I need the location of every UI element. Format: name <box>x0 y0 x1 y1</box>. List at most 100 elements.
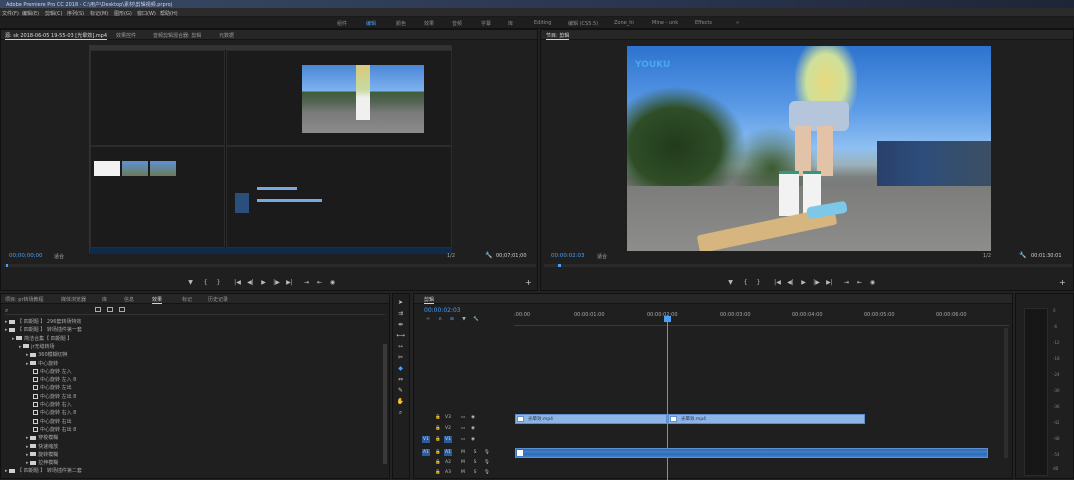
wrench-icon[interactable]: 🔧 <box>1019 252 1026 259</box>
hand-tool-icon[interactable]: ✋ <box>396 397 405 406</box>
workspace-tab[interactable]: 组件 <box>337 20 347 27</box>
effects-search-input[interactable]: ⌕ <box>5 307 385 315</box>
settings-wrench-icon[interactable]: 🔧 <box>472 316 480 323</box>
video-clip[interactable]: 光晕效.mp4 <box>668 414 865 424</box>
marker-button[interactable]: ▼ <box>187 279 194 286</box>
tree-folder[interactable]: ▸ 【 四期题 】 转场插件第一套 <box>5 326 82 334</box>
eye-icon[interactable]: ◉ <box>469 436 477 443</box>
tree-effect[interactable]: 中心旋转 右出 8 <box>33 426 76 434</box>
mute-button[interactable]: M <box>459 469 467 476</box>
step-back-button[interactable]: ◀| <box>787 279 794 286</box>
mic-icon[interactable]: 🎙 <box>483 459 491 466</box>
yuv-effects-icon[interactable] <box>119 307 125 312</box>
selection-tool-icon[interactable]: ➤ <box>396 298 405 307</box>
tab-info[interactable]: 信息 <box>124 296 134 303</box>
workspace-tab[interactable]: 字幕 <box>481 20 491 27</box>
tree-folder[interactable]: ▸ 快速缩放 <box>26 443 58 451</box>
tree-folder[interactable]: ▸ jr无缝转场 <box>19 343 55 351</box>
tab-project[interactable]: 项目: pr转场教程 <box>5 296 44 303</box>
lock-icon[interactable]: 🔒 <box>434 459 442 466</box>
insert-sequence-icon[interactable]: ⊞ <box>448 316 456 323</box>
lock-icon[interactable]: 🔒 <box>434 414 442 421</box>
track-select-tool-icon[interactable]: ⇉ <box>396 309 405 318</box>
go-to-out-button[interactable]: ▶| <box>826 279 833 286</box>
mute-button[interactable]: M <box>459 459 467 466</box>
rolling-edit-tool-icon[interactable]: ⟷ <box>396 331 405 340</box>
source-patch-a1[interactable]: A1 <box>422 449 430 456</box>
timeline-ruler[interactable]: :00:00 00:00:01:00 00:00:02:00 00:00:03:… <box>514 308 1009 326</box>
tree-folder[interactable]: ▸ 拉伸模糊 <box>26 459 58 467</box>
tree-effect[interactable]: 中心旋转 左入 <box>33 368 72 376</box>
workspace-tab[interactable]: 编辑 (CS5.5) <box>568 20 598 27</box>
go-to-in-button[interactable]: |◀ <box>774 279 781 286</box>
tree-effect[interactable]: 中心旋转 左入 8 <box>33 376 76 384</box>
step-forward-button[interactable]: |▶ <box>273 279 280 286</box>
menu-graphics[interactable]: 图形(G) <box>114 10 132 17</box>
menu-marker[interactable]: 标记(M) <box>90 10 108 17</box>
source-fit-select[interactable]: 适合 <box>54 253 64 260</box>
tab-program[interactable]: 节目: 剪辑 <box>546 32 570 40</box>
program-fit-select[interactable]: 适合 <box>597 253 607 260</box>
mic-icon[interactable]: 🎙 <box>483 449 491 456</box>
program-resolution-select[interactable]: 1/2 <box>983 253 991 259</box>
tree-folder[interactable]: ▸ 【 四期题 】 转场插件第二套 <box>5 467 82 475</box>
tab-history[interactable]: 历史记录 <box>208 296 228 303</box>
wrench-icon[interactable]: 🔧 <box>485 252 492 259</box>
timeline-timecode[interactable]: 00:00:02:03 <box>424 307 461 314</box>
workspaces-more-button[interactable]: » <box>736 20 739 26</box>
lock-icon[interactable]: 🔒 <box>434 436 442 443</box>
mark-out-button[interactable]: } <box>215 279 222 286</box>
32bit-effects-icon[interactable] <box>107 307 113 312</box>
tree-effect[interactable]: 中心旋转 左出 <box>33 384 72 392</box>
tab-markers[interactable]: 标记 <box>182 296 192 303</box>
slide-tool-icon[interactable]: ⇔ <box>396 375 405 384</box>
tab-media-browser[interactable]: 媒体浏览器 <box>61 296 86 303</box>
workspace-tab[interactable]: 颜色 <box>396 20 406 27</box>
workspace-tab[interactable]: Zone_hi <box>614 20 634 26</box>
step-back-button[interactable]: ◀| <box>247 279 254 286</box>
timeline-scrollbar[interactable] <box>1004 328 1008 458</box>
workspace-tab[interactable]: Effects <box>695 20 712 26</box>
overwrite-button[interactable]: ⇤ <box>316 279 323 286</box>
rate-stretch-tool-icon[interactable]: ⇿ <box>396 342 405 351</box>
play-button[interactable]: ▶ <box>260 279 267 286</box>
tree-folder[interactable]: ▸ 360模糊切换 <box>26 351 68 359</box>
tree-folder[interactable]: ▸ 穿梭模糊 <box>26 434 58 442</box>
tree-effect[interactable]: 中心旋转 右入 <box>33 401 72 409</box>
tab-libraries[interactable]: 库 <box>102 296 107 303</box>
mic-icon[interactable]: 🎙 <box>483 469 491 476</box>
add-button-icon[interactable]: + <box>525 278 532 287</box>
eye-icon[interactable]: ◉ <box>469 414 477 421</box>
menu-help[interactable]: 帮助(H) <box>160 10 178 17</box>
workspace-tab-active[interactable]: 编辑 <box>366 20 376 27</box>
solo-button[interactable]: S <box>471 459 479 466</box>
linked-selection-icon[interactable]: ∩ <box>436 316 444 323</box>
playhead-marker[interactable] <box>6 264 8 267</box>
mute-button[interactable]: M <box>459 449 467 456</box>
solo-button[interactable]: S <box>471 449 479 456</box>
insert-button[interactable]: ⇥ <box>303 279 310 286</box>
lock-icon[interactable]: 🔒 <box>434 469 442 476</box>
slip-tool-icon[interactable]: ◆ <box>396 364 405 373</box>
tab-effects[interactable]: 效果 <box>152 296 163 304</box>
audio-clip[interactable] <box>515 448 988 458</box>
menu-file[interactable]: 文件(F) <box>2 10 19 17</box>
source-scrub-bar[interactable] <box>4 264 536 267</box>
tab-metadata-2[interactable]: 元数据 <box>219 32 234 39</box>
go-to-in-button[interactable]: |◀ <box>234 279 241 286</box>
playhead-marker[interactable] <box>558 264 561 267</box>
workspace-tab[interactable]: Editing <box>534 20 551 26</box>
pen-tool-icon[interactable]: ✎ <box>396 386 405 395</box>
tab-audio-mixer[interactable]: 音频剪辑混合器: 剪辑 <box>153 32 201 39</box>
workspace-tab[interactable]: 音频 <box>452 20 462 27</box>
video-clip[interactable]: 光晕效.mp4 <box>515 414 667 424</box>
workspace-tab[interactable]: 库 <box>508 20 513 27</box>
marker-button[interactable]: ▼ <box>727 279 734 286</box>
solo-button[interactable]: S <box>471 469 479 476</box>
export-frame-button[interactable]: ◉ <box>869 279 876 286</box>
playhead-handle[interactable] <box>664 316 671 322</box>
go-to-out-button[interactable]: ▶| <box>286 279 293 286</box>
mark-in-button[interactable]: { <box>202 279 209 286</box>
zoom-tool-icon[interactable]: ⌕ <box>396 408 405 417</box>
source-timecode[interactable]: 00;00;00;00 <box>9 253 43 259</box>
